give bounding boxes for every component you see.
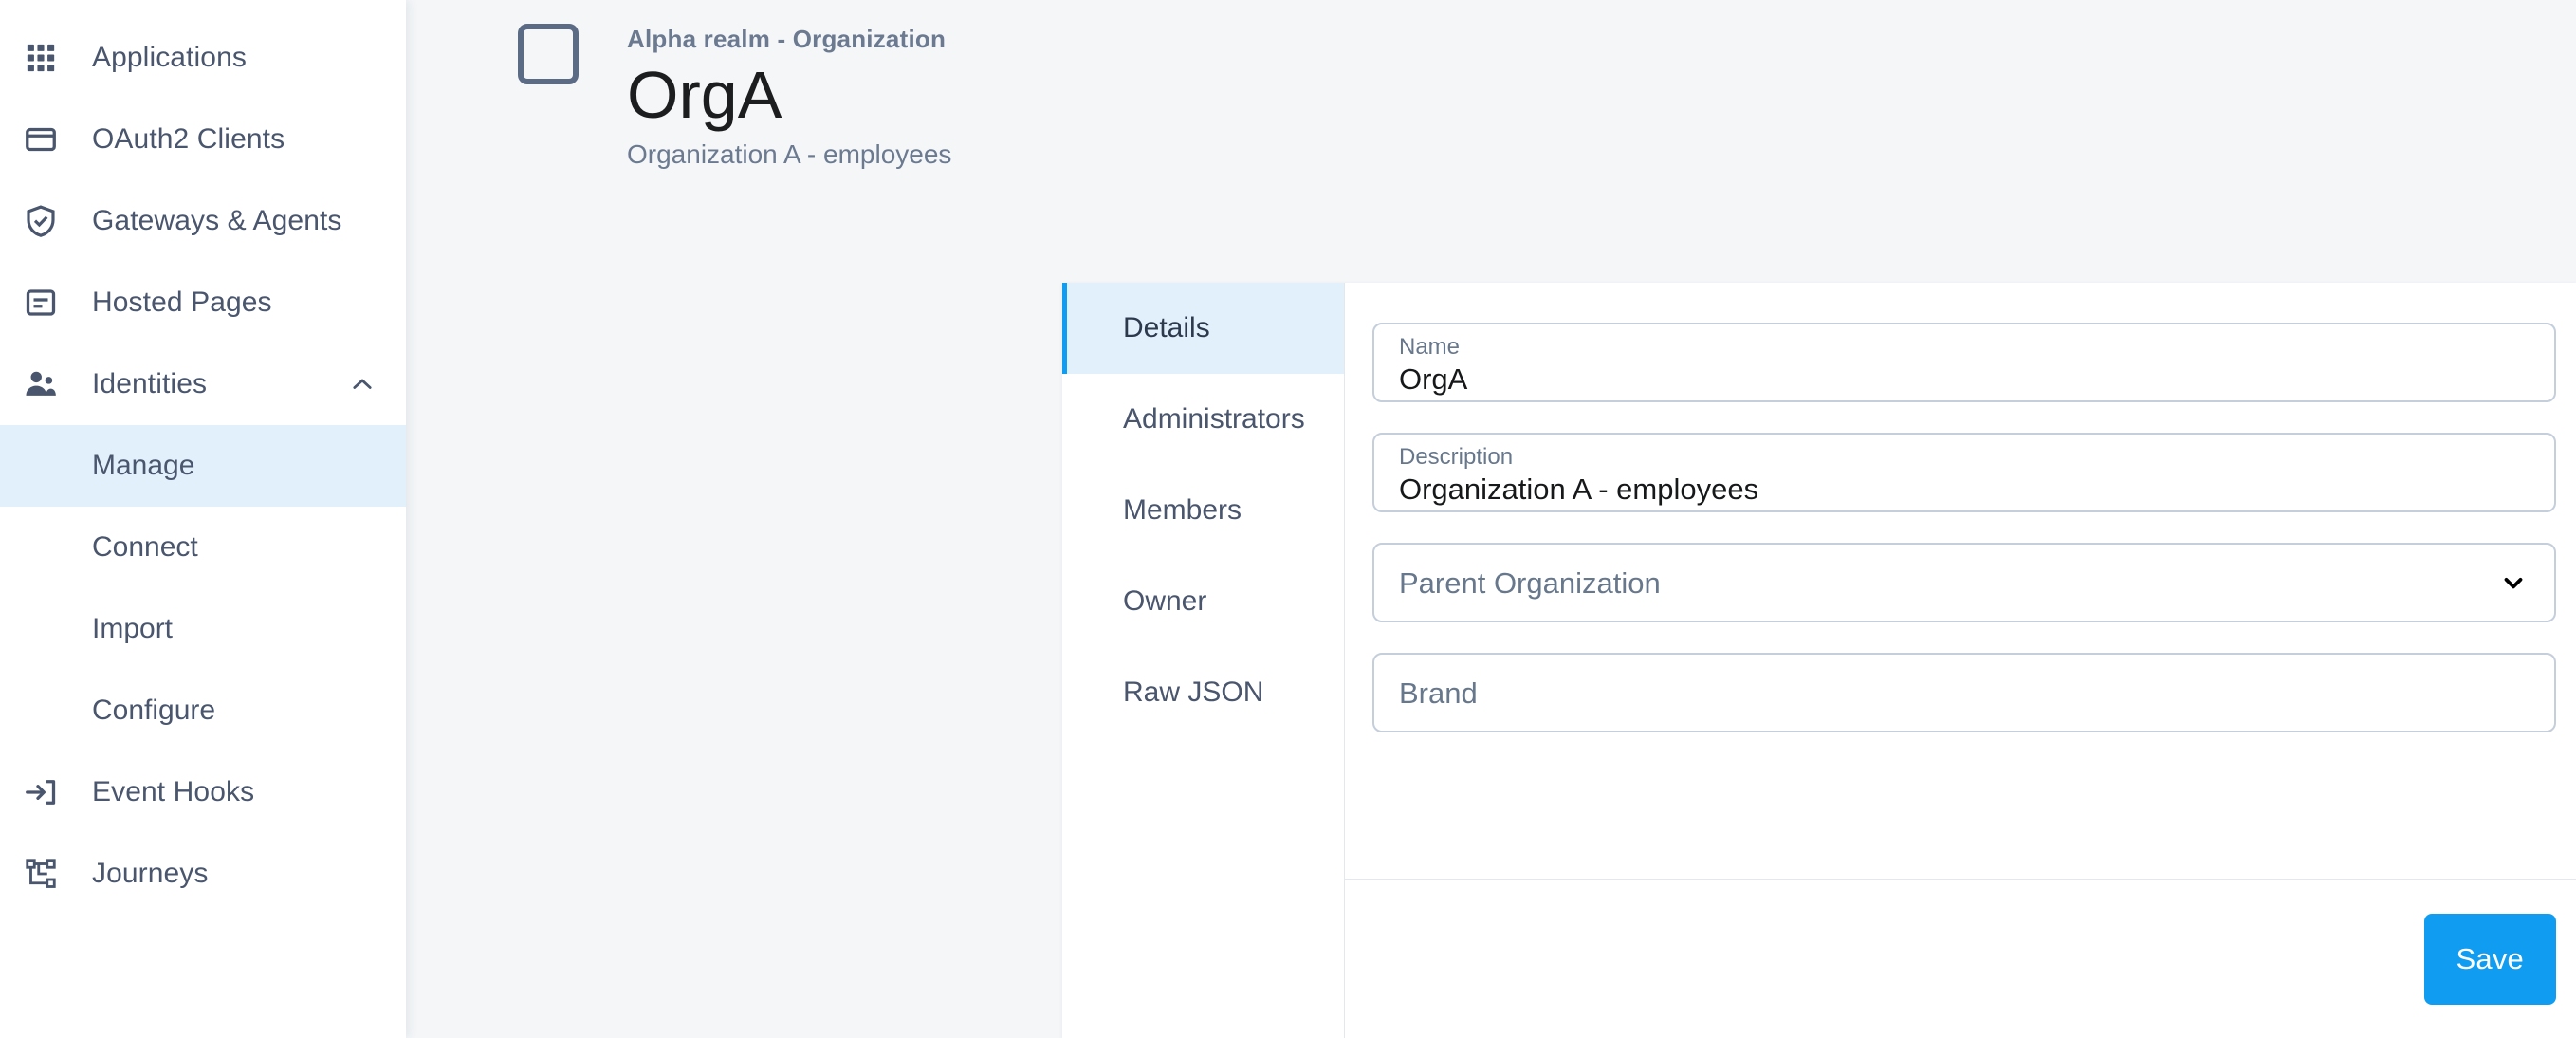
name-field[interactable]: Name OrgA bbox=[1372, 323, 2556, 402]
organization-square-icon bbox=[518, 24, 579, 84]
main-content: Alpha realm - Organization OrgA Organiza… bbox=[406, 0, 2576, 1038]
sidebar-item-label: Identities bbox=[92, 368, 208, 399]
sidebar-item-label: Journeys bbox=[92, 858, 209, 889]
tab-label: Administrators bbox=[1123, 403, 1305, 435]
tab-label: Raw JSON bbox=[1123, 677, 1264, 708]
sidebar-item-journeys[interactable]: Journeys bbox=[0, 833, 406, 915]
details-panel: Name OrgA Description Organization A - e… bbox=[1345, 283, 2576, 1038]
sidebar-subitem-label: Manage bbox=[92, 450, 195, 481]
tab-label: Members bbox=[1123, 494, 1242, 526]
tab-details[interactable]: Details bbox=[1062, 283, 1344, 374]
description-field-label: Description bbox=[1399, 443, 1514, 470]
details-footer: Save bbox=[1345, 880, 2576, 1038]
sidebar-subitem-import[interactable]: Import bbox=[0, 588, 406, 670]
parent-organization-placeholder: Parent Organization bbox=[1399, 565, 1661, 600]
brand-field[interactable]: Brand bbox=[1372, 653, 2556, 732]
main-sidebar: Applications OAuth2 Clients Gateways & A… bbox=[0, 0, 406, 1038]
app-root: Applications OAuth2 Clients Gateways & A… bbox=[0, 0, 2576, 1038]
sidebar-item-label: Gateways & Agents bbox=[92, 205, 342, 236]
sidebar-item-applications[interactable]: Applications bbox=[0, 17, 406, 99]
name-field-value: OrgA bbox=[1399, 361, 1468, 396]
sidebar-item-gateways-agents[interactable]: Gateways & Agents bbox=[0, 180, 406, 262]
save-button[interactable]: Save bbox=[2423, 914, 2556, 1005]
description-field[interactable]: Description Organization A - employees bbox=[1372, 433, 2556, 512]
breadcrumb: Alpha realm - Organization bbox=[627, 25, 947, 53]
chevron-up-icon[interactable] bbox=[349, 371, 376, 398]
sidebar-item-label: Applications bbox=[92, 42, 247, 73]
tab-label: Details bbox=[1123, 312, 1210, 343]
sidebar-subitem-label: Configure bbox=[92, 695, 216, 726]
details-card: Details Administrators Members Owner Raw… bbox=[1062, 283, 2576, 1038]
page-header-text: Alpha realm - Organization OrgA Organiza… bbox=[627, 19, 951, 170]
sidebar-item-label: OAuth2 Clients bbox=[92, 123, 285, 155]
vertical-tab-list: Details Administrators Members Owner Raw… bbox=[1062, 283, 1345, 1038]
sidebar-item-event-hooks[interactable]: Event Hooks bbox=[0, 751, 406, 833]
shield-check-icon bbox=[17, 197, 64, 245]
login-arrow-icon bbox=[17, 769, 64, 816]
brand-field-placeholder: Brand bbox=[1399, 676, 1478, 710]
window-icon bbox=[17, 116, 64, 163]
sidebar-item-label: Event Hooks bbox=[92, 776, 255, 807]
people-icon bbox=[17, 361, 64, 408]
sidebar-item-label: Hosted Pages bbox=[92, 287, 272, 318]
tab-members[interactable]: Members bbox=[1062, 465, 1344, 556]
sidebar-subitem-label: Connect bbox=[92, 531, 198, 563]
page-title: OrgA bbox=[627, 58, 782, 132]
page-subtitle: Organization A - employees bbox=[627, 139, 952, 169]
document-icon bbox=[17, 279, 64, 326]
tab-raw-json[interactable]: Raw JSON bbox=[1062, 647, 1344, 738]
sidebar-subitem-connect[interactable]: Connect bbox=[0, 507, 406, 588]
page-header: Alpha realm - Organization OrgA Organiza… bbox=[406, 0, 2576, 262]
sidebar-item-identities[interactable]: Identities bbox=[0, 343, 406, 425]
sidebar-subitem-manage[interactable]: Manage bbox=[0, 425, 406, 507]
description-field-value: Organization A - employees bbox=[1399, 472, 1759, 506]
tab-owner[interactable]: Owner bbox=[1062, 556, 1344, 647]
sidebar-item-oauth2-clients[interactable]: OAuth2 Clients bbox=[0, 99, 406, 180]
tab-administrators[interactable]: Administrators bbox=[1062, 374, 1344, 465]
grid-icon bbox=[17, 34, 64, 82]
sitemap-icon bbox=[17, 850, 64, 898]
parent-organization-select[interactable]: Parent Organization bbox=[1372, 543, 2556, 622]
details-form: Name OrgA Description Organization A - e… bbox=[1345, 283, 2576, 879]
chevron-down-icon[interactable] bbox=[2499, 568, 2528, 597]
name-field-label: Name bbox=[1399, 333, 1461, 360]
sidebar-subitem-configure[interactable]: Configure bbox=[0, 670, 406, 751]
sidebar-subitem-label: Import bbox=[92, 613, 174, 644]
sidebar-item-hosted-pages[interactable]: Hosted Pages bbox=[0, 262, 406, 343]
tab-label: Owner bbox=[1123, 585, 1207, 617]
